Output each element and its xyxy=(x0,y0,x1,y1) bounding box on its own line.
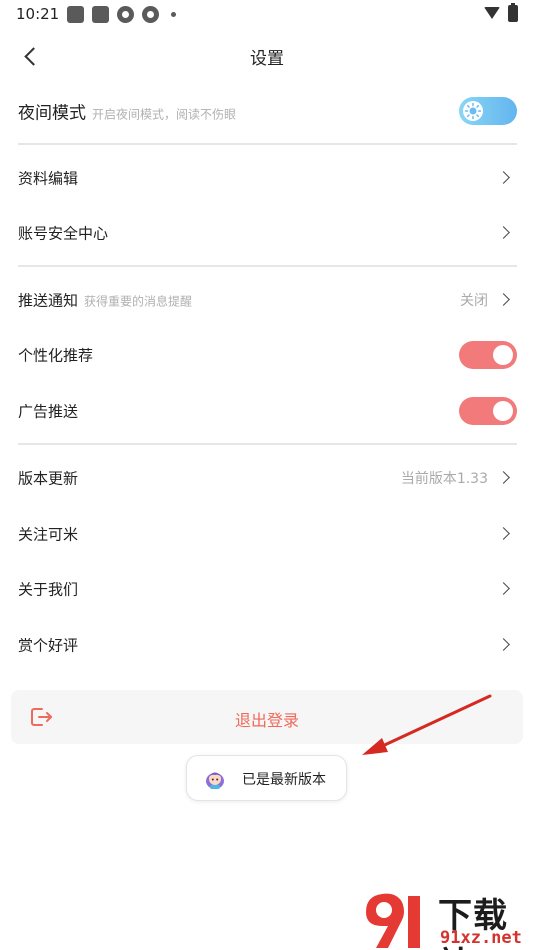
section-divider xyxy=(18,143,517,145)
about-us-label: 关于我们 xyxy=(18,580,79,599)
watermark-logo-icon xyxy=(366,893,420,948)
section-divider xyxy=(18,265,517,267)
app-square-icon xyxy=(67,6,84,23)
ad-push-row: 广告推送 xyxy=(0,383,534,439)
chevron-right-icon xyxy=(497,226,510,239)
chevron-right-icon xyxy=(497,293,510,306)
chevron-right-icon xyxy=(497,471,510,484)
security-center-label: 账号安全中心 xyxy=(18,224,109,243)
push-notification-label: 推送通知 xyxy=(18,291,79,310)
profile-edit-label: 资料编辑 xyxy=(18,169,79,188)
shutter-icon xyxy=(117,6,134,23)
night-mode-subtitle: 开启夜间模式，阅读不伤眼 xyxy=(92,107,237,122)
app-square-icon xyxy=(92,6,109,23)
follow-kemi-label: 关注可米 xyxy=(18,525,79,544)
night-mode-label: 夜间模式 xyxy=(18,103,86,124)
watermark-url: 91xz.net xyxy=(440,928,522,948)
section-divider xyxy=(18,443,517,445)
version-update-label: 版本更新 xyxy=(18,469,79,488)
version-update-row[interactable]: 版本更新 当前版本1.33 xyxy=(0,450,534,506)
page-title: 设置 xyxy=(250,49,284,69)
night-mode-toggle[interactable] xyxy=(459,97,517,125)
sun-icon xyxy=(463,101,483,121)
annotation-arrow-icon xyxy=(362,694,492,755)
app-header: 设置 xyxy=(0,30,534,82)
about-us-row[interactable]: 关于我们 xyxy=(0,561,534,617)
ad-push-toggle[interactable] xyxy=(459,397,517,425)
chevron-right-icon xyxy=(497,638,510,651)
toast-message: 已是最新版本 xyxy=(186,755,347,801)
rate-app-row[interactable]: 赏个好评 xyxy=(0,617,534,673)
personalized-recommend-label: 个性化推荐 xyxy=(18,346,94,365)
battery-charging-icon xyxy=(508,3,518,22)
current-version-value: 当前版本1.33 xyxy=(400,471,488,487)
mascot-icon xyxy=(206,772,224,789)
profile-edit-row[interactable]: 资料编辑 xyxy=(0,150,534,206)
status-bar: 10:21 xyxy=(0,0,534,30)
wifi-icon xyxy=(484,7,500,19)
watermark: 下载站 91xz.net xyxy=(362,888,534,950)
ad-push-label: 广告推送 xyxy=(18,402,79,421)
shutter-icon xyxy=(142,6,159,23)
push-notification-subtitle: 获得重要的消息提醒 xyxy=(84,294,193,309)
more-notifications-dot-icon xyxy=(171,12,176,17)
night-mode-row: 夜间模式 开启夜间模式，阅读不伤眼 xyxy=(0,83,534,139)
personalized-recommend-row: 个性化推荐 xyxy=(0,327,534,383)
rate-app-label: 赏个好评 xyxy=(18,636,79,655)
chevron-right-icon xyxy=(497,582,510,595)
chevron-right-icon xyxy=(497,171,510,184)
push-notification-row[interactable]: 推送通知 获得重要的消息提醒 关闭 xyxy=(0,272,534,328)
push-notification-value: 关闭 xyxy=(460,293,488,309)
personalized-recommend-toggle[interactable] xyxy=(459,341,517,369)
chevron-right-icon xyxy=(497,527,510,540)
security-center-row[interactable]: 账号安全中心 xyxy=(0,205,534,261)
follow-kemi-row[interactable]: 关注可米 xyxy=(0,506,534,562)
status-time: 10:21 xyxy=(16,5,60,23)
toast-text: 已是最新版本 xyxy=(242,772,326,788)
